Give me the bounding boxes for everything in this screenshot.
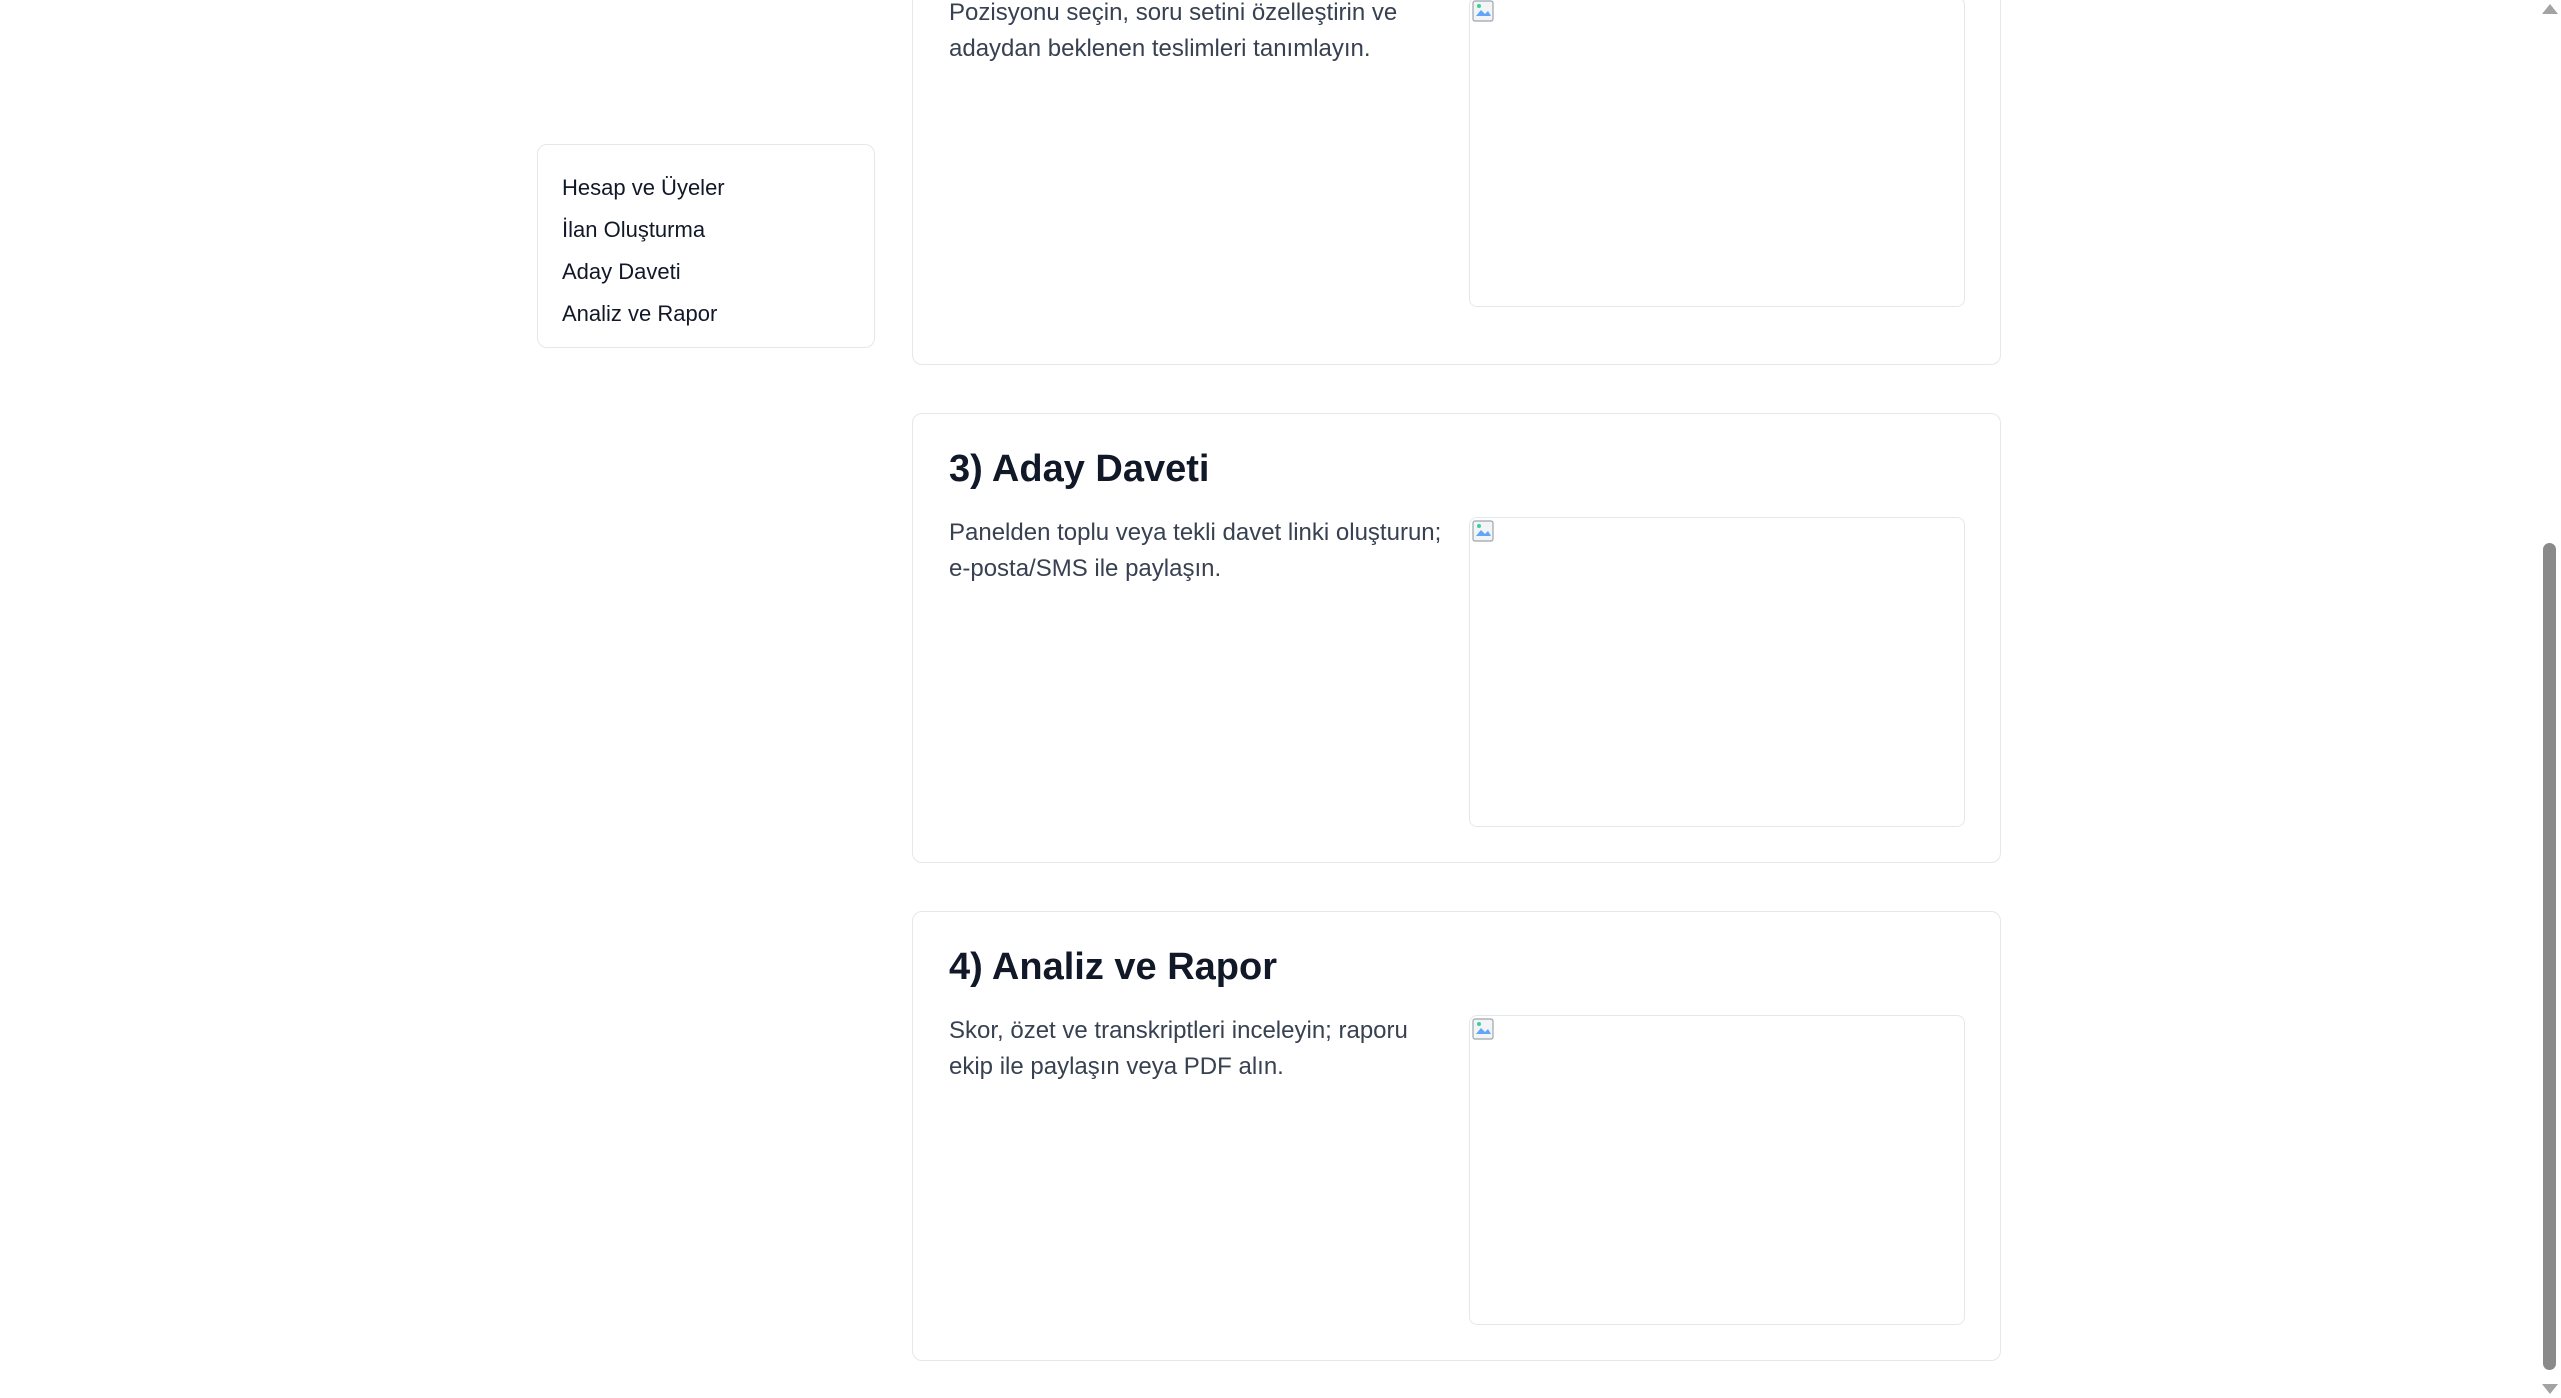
scrollbar-thumb[interactable]: [2543, 543, 2556, 1370]
section-title: 3) Aday Daveti: [949, 448, 1210, 490]
vertical-scrollbar[interactable]: [2539, 0, 2561, 1398]
section-create-listing: Pozisyonu seçin, soru setini özelleştiri…: [912, 0, 2001, 365]
nav-link-candidate-invite[interactable]: Aday Daveti: [562, 251, 850, 293]
broken-image-icon: [1472, 0, 1494, 22]
section-title: 4) Analiz ve Rapor: [949, 946, 1278, 988]
section-screenshot: [1469, 0, 1965, 307]
section-screenshot: [1469, 517, 1965, 827]
nav-link-analysis-report[interactable]: Analiz ve Rapor: [562, 293, 850, 335]
nav-link-create-listing[interactable]: İlan Oluşturma: [562, 209, 850, 251]
broken-image-icon: [1472, 520, 1494, 542]
section-screenshot: [1469, 1015, 1965, 1325]
nav-link-account-members[interactable]: Hesap ve Üyeler: [562, 167, 850, 209]
section-description: Panelden toplu veya tekli davet linki ol…: [949, 519, 1442, 582]
section-description: Pozisyonu seçin, soru setini özelleştiri…: [949, 0, 1398, 62]
chevron-up-icon[interactable]: [2542, 4, 2558, 14]
broken-image-icon: [1472, 1018, 1494, 1040]
chevron-down-icon[interactable]: [2542, 1384, 2558, 1394]
page-viewport: Hesap ve Üyeler İlan Oluşturma Aday Dave…: [0, 0, 2561, 1398]
section-description: Skor, özet ve transkriptleri inceleyin; …: [949, 1017, 1408, 1080]
section-candidate-invite: 3) Aday Daveti Panelden toplu veya tekli…: [912, 413, 2001, 863]
guide-navigation: Hesap ve Üyeler İlan Oluşturma Aday Dave…: [537, 144, 875, 348]
section-analysis-report: 4) Analiz ve Rapor Skor, özet ve transkr…: [912, 911, 2001, 1361]
